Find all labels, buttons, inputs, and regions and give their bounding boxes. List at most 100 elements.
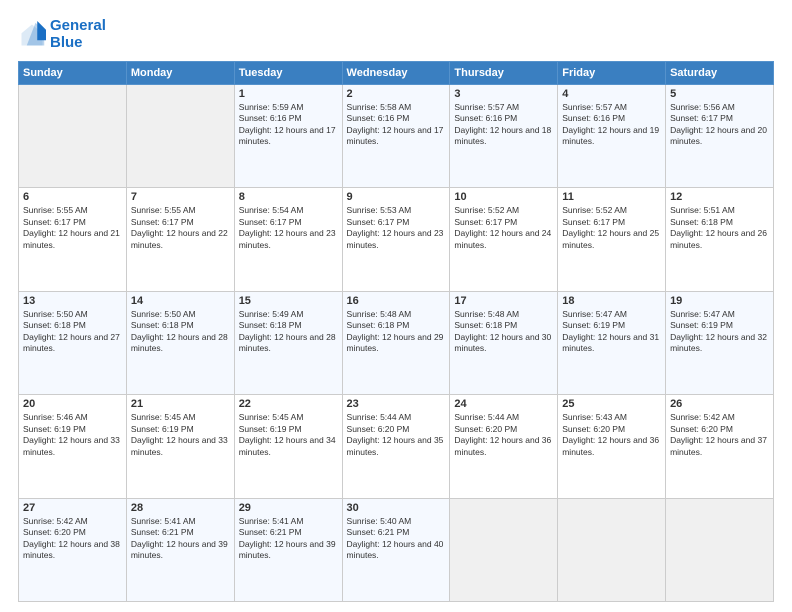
- day-of-week-header: Monday: [126, 62, 234, 85]
- calendar-cell: [666, 498, 774, 601]
- calendar-week-row: 27 Sunrise: 5:42 AM Sunset: 6:20 PM Dayli…: [19, 498, 774, 601]
- calendar-cell: 11 Sunrise: 5:52 AM Sunset: 6:17 PM Dayli…: [558, 188, 666, 291]
- calendar-cell: 15 Sunrise: 5:49 AM Sunset: 6:18 PM Dayli…: [234, 291, 342, 394]
- calendar-cell: 30 Sunrise: 5:40 AM Sunset: 6:21 PM Dayli…: [342, 498, 450, 601]
- day-info: Sunrise: 5:48 AM Sunset: 6:18 PM Dayligh…: [454, 309, 553, 355]
- calendar-cell: 2Sunrise: 5:58 AM Sunset: 6:16 PM Daylig…: [342, 85, 450, 188]
- day-number: 6: [23, 191, 122, 203]
- day-number: 15: [239, 295, 338, 307]
- calendar-week-row: 1 Sunrise: 5:59 AM Sunset: 6:16 PM Daylig…: [19, 85, 774, 188]
- day-info: Sunrise: 5:40 AM Sunset: 6:21 PM Dayligh…: [347, 516, 446, 562]
- page: General Blue SundayMondayTuesdayWednesda…: [0, 0, 792, 612]
- calendar-cell: 18 Sunrise: 5:47 AM Sunset: 6:19 PM Dayli…: [558, 291, 666, 394]
- day-info: Sunrise: 5:52 AM Sunset: 6:17 PM Dayligh…: [454, 205, 553, 251]
- day-info: Sunrise: 5:51 AM Sunset: 6:18 PM Dayligh…: [670, 205, 769, 251]
- day-number: 1: [239, 88, 338, 100]
- calendar-cell: 1 Sunrise: 5:59 AM Sunset: 6:16 PM Daylig…: [234, 85, 342, 188]
- calendar-cell: [558, 498, 666, 601]
- calendar-cell: 21 Sunrise: 5:45 AM Sunset: 6:19 PM Dayli…: [126, 395, 234, 498]
- day-info: Sunrise: 5:58 AM Sunset: 6:16 PM Dayligh…: [347, 102, 446, 148]
- logo-icon: [18, 21, 46, 49]
- day-number: 22: [239, 398, 338, 410]
- day-info: Sunrise: 5:55 AM Sunset: 6:17 PM Dayligh…: [23, 205, 122, 251]
- header: General Blue: [18, 18, 774, 51]
- day-info: Sunrise: 5:52 AM Sunset: 6:17 PM Dayligh…: [562, 205, 661, 251]
- calendar-cell: 22 Sunrise: 5:45 AM Sunset: 6:19 PM Dayli…: [234, 395, 342, 498]
- calendar-cell: 4 Sunrise: 5:57 AM Sunset: 6:16 PM Daylig…: [558, 85, 666, 188]
- calendar-cell: 17 Sunrise: 5:48 AM Sunset: 6:18 PM Dayli…: [450, 291, 558, 394]
- calendar-cell: 12 Sunrise: 5:51 AM Sunset: 6:18 PM Dayli…: [666, 188, 774, 291]
- day-info: Sunrise: 5:44 AM Sunset: 6:20 PM Dayligh…: [347, 412, 446, 458]
- calendar-cell: 27 Sunrise: 5:42 AM Sunset: 6:20 PM Dayli…: [19, 498, 127, 601]
- day-info: Sunrise: 5:57 AM Sunset: 6:16 PM Dayligh…: [562, 102, 661, 148]
- calendar-cell: 26Sunrise: 5:42 AM Sunset: 6:20 PM Dayli…: [666, 395, 774, 498]
- day-info: Sunrise: 5:56 AM Sunset: 6:17 PM Dayligh…: [670, 102, 769, 148]
- day-number: 8: [239, 191, 338, 203]
- day-number: 5: [670, 88, 769, 100]
- calendar-week-row: 6 Sunrise: 5:55 AM Sunset: 6:17 PM Daylig…: [19, 188, 774, 291]
- day-info: Sunrise: 5:41 AM Sunset: 6:21 PM Dayligh…: [239, 516, 338, 562]
- day-of-week-header: Tuesday: [234, 62, 342, 85]
- day-info: Sunrise: 5:47 AM Sunset: 6:19 PM Dayligh…: [562, 309, 661, 355]
- day-number: 11: [562, 191, 661, 203]
- day-info: Sunrise: 5:42 AM Sunset: 6:20 PM Dayligh…: [670, 412, 769, 458]
- day-number: 13: [23, 295, 122, 307]
- day-number: 7: [131, 191, 230, 203]
- day-info: Sunrise: 5:55 AM Sunset: 6:17 PM Dayligh…: [131, 205, 230, 251]
- day-info: Sunrise: 5:46 AM Sunset: 6:19 PM Dayligh…: [23, 412, 122, 458]
- calendar-cell: 23 Sunrise: 5:44 AM Sunset: 6:20 PM Dayli…: [342, 395, 450, 498]
- day-number: 14: [131, 295, 230, 307]
- calendar-cell: 28Sunrise: 5:41 AM Sunset: 6:21 PM Dayli…: [126, 498, 234, 601]
- day-number: 18: [562, 295, 661, 307]
- calendar-cell: 8 Sunrise: 5:54 AM Sunset: 6:17 PM Daylig…: [234, 188, 342, 291]
- day-info: Sunrise: 5:45 AM Sunset: 6:19 PM Dayligh…: [239, 412, 338, 458]
- day-info: Sunrise: 5:59 AM Sunset: 6:16 PM Dayligh…: [239, 102, 338, 148]
- calendar-cell: 10 Sunrise: 5:52 AM Sunset: 6:17 PM Dayli…: [450, 188, 558, 291]
- calendar-cell: 6 Sunrise: 5:55 AM Sunset: 6:17 PM Daylig…: [19, 188, 127, 291]
- day-number: 24: [454, 398, 553, 410]
- calendar-cell: [126, 85, 234, 188]
- day-number: 19: [670, 295, 769, 307]
- logo: General Blue: [18, 18, 106, 51]
- calendar-cell: 25 Sunrise: 5:43 AM Sunset: 6:20 PM Dayli…: [558, 395, 666, 498]
- day-info: Sunrise: 5:54 AM Sunset: 6:17 PM Dayligh…: [239, 205, 338, 251]
- day-info: Sunrise: 5:42 AM Sunset: 6:20 PM Dayligh…: [23, 516, 122, 562]
- calendar-cell: 14 Sunrise: 5:50 AM Sunset: 6:18 PM Dayli…: [126, 291, 234, 394]
- day-info: Sunrise: 5:43 AM Sunset: 6:20 PM Dayligh…: [562, 412, 661, 458]
- day-number: 30: [347, 502, 446, 514]
- day-info: Sunrise: 5:53 AM Sunset: 6:17 PM Dayligh…: [347, 205, 446, 251]
- calendar-cell: 7 Sunrise: 5:55 AM Sunset: 6:17 PM Daylig…: [126, 188, 234, 291]
- day-of-week-header: Sunday: [19, 62, 127, 85]
- day-of-week-header: Thursday: [450, 62, 558, 85]
- day-number: 17: [454, 295, 553, 307]
- day-info: Sunrise: 5:57 AM Sunset: 6:16 PM Dayligh…: [454, 102, 553, 148]
- day-number: 16: [347, 295, 446, 307]
- day-info: Sunrise: 5:48 AM Sunset: 6:18 PM Dayligh…: [347, 309, 446, 355]
- day-number: 25: [562, 398, 661, 410]
- calendar-cell: 13 Sunrise: 5:50 AM Sunset: 6:18 PM Dayli…: [19, 291, 127, 394]
- calendar-cell: [19, 85, 127, 188]
- day-number: 3: [454, 88, 553, 100]
- day-info: Sunrise: 5:50 AM Sunset: 6:18 PM Dayligh…: [131, 309, 230, 355]
- day-of-week-header: Saturday: [666, 62, 774, 85]
- day-number: 27: [23, 502, 122, 514]
- calendar-week-row: 13 Sunrise: 5:50 AM Sunset: 6:18 PM Dayli…: [19, 291, 774, 394]
- day-info: Sunrise: 5:47 AM Sunset: 6:19 PM Dayligh…: [670, 309, 769, 355]
- day-number: 29: [239, 502, 338, 514]
- day-number: 12: [670, 191, 769, 203]
- day-info: Sunrise: 5:49 AM Sunset: 6:18 PM Dayligh…: [239, 309, 338, 355]
- day-info: Sunrise: 5:45 AM Sunset: 6:19 PM Dayligh…: [131, 412, 230, 458]
- calendar-week-row: 20Sunrise: 5:46 AM Sunset: 6:19 PM Dayli…: [19, 395, 774, 498]
- calendar-table: SundayMondayTuesdayWednesdayThursdayFrid…: [18, 61, 774, 602]
- day-number: 21: [131, 398, 230, 410]
- day-number: 4: [562, 88, 661, 100]
- day-number: 10: [454, 191, 553, 203]
- day-number: 9: [347, 191, 446, 203]
- calendar-cell: 16 Sunrise: 5:48 AM Sunset: 6:18 PM Dayli…: [342, 291, 450, 394]
- calendar-cell: 24Sunrise: 5:44 AM Sunset: 6:20 PM Dayli…: [450, 395, 558, 498]
- calendar-cell: 29 Sunrise: 5:41 AM Sunset: 6:21 PM Dayli…: [234, 498, 342, 601]
- day-number: 23: [347, 398, 446, 410]
- day-info: Sunrise: 5:50 AM Sunset: 6:18 PM Dayligh…: [23, 309, 122, 355]
- calendar-cell: 5 Sunrise: 5:56 AM Sunset: 6:17 PM Daylig…: [666, 85, 774, 188]
- calendar-cell: [450, 498, 558, 601]
